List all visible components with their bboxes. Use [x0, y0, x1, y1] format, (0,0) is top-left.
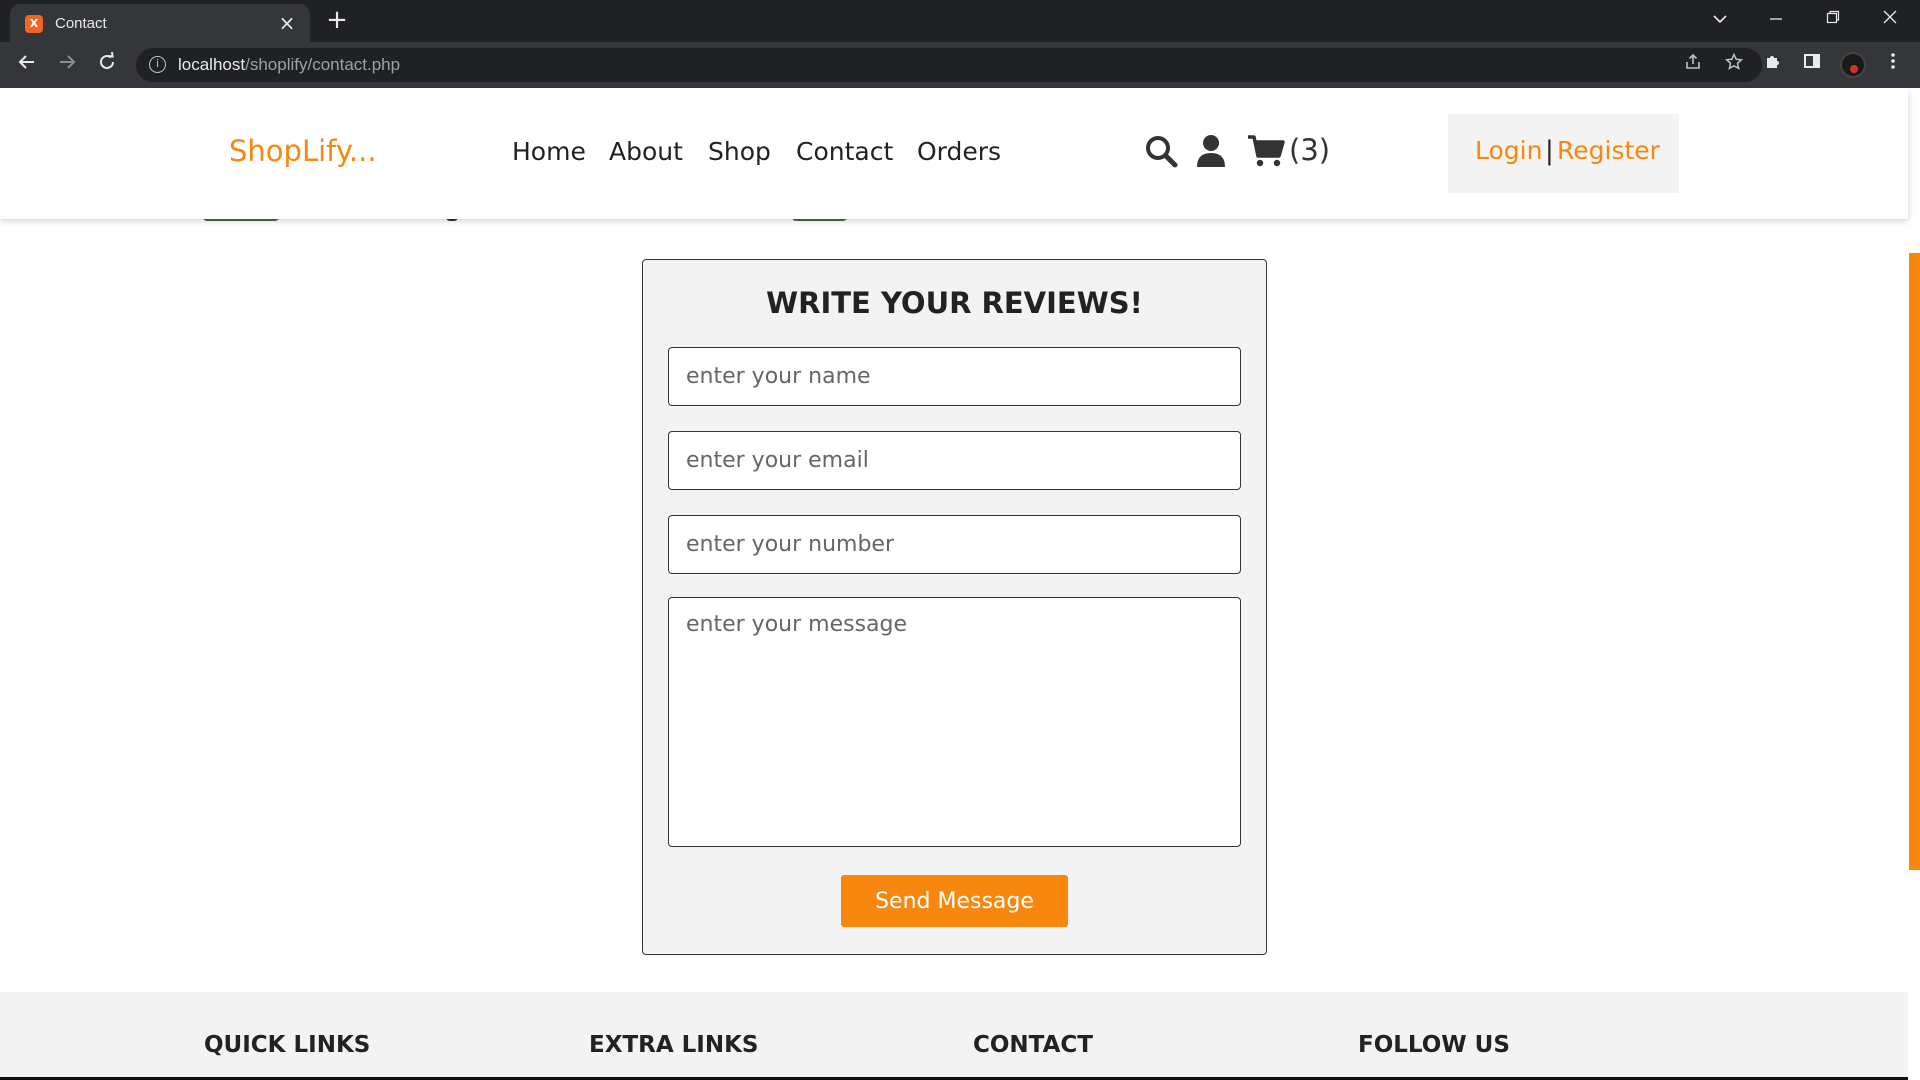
- url-host: localhost: [178, 55, 246, 74]
- footer-heading-quick-links: QUICK LINKS: [204, 1032, 371, 1058]
- email-input[interactable]: [668, 431, 1241, 490]
- site-header: ShopLify... Home About Shop Contact Orde…: [0, 88, 1908, 219]
- footer-heading-follow-us: FOLLOW US: [1358, 1032, 1510, 1058]
- share-icon[interactable]: [1681, 53, 1705, 77]
- tab-search-chevron-icon[interactable]: [1700, 4, 1740, 34]
- search-icon[interactable]: [1144, 134, 1180, 170]
- auth-box: Login | Register: [1448, 114, 1679, 193]
- site-logo[interactable]: ShopLify...: [229, 134, 377, 168]
- tab-title: Contact: [55, 15, 107, 32]
- cart-icon[interactable]: [1247, 134, 1287, 170]
- form-title: WRITE YOUR REVIEWS!: [766, 286, 1143, 320]
- register-link[interactable]: Register: [1557, 136, 1660, 165]
- review-form: WRITE YOUR REVIEWS! Send Message: [642, 259, 1267, 955]
- footer-heading-contact: CONTACT: [973, 1032, 1093, 1058]
- user-icon[interactable]: [1196, 134, 1232, 170]
- message-textarea[interactable]: [668, 597, 1241, 847]
- send-message-button[interactable]: Send Message: [841, 875, 1068, 927]
- browser-tab[interactable]: X Contact ×: [10, 4, 310, 42]
- address-bar[interactable]: i localhost/shoplify/contact.php: [136, 48, 1762, 82]
- bookmark-star-icon[interactable]: [1722, 52, 1746, 77]
- web-page: ShopLify... Home About Shop Contact Orde…: [0, 88, 1920, 1080]
- footer-heading-extra-links: EXTRA LINKS: [589, 1032, 759, 1058]
- nav-shop[interactable]: Shop: [708, 137, 771, 166]
- browser-tab-strip: X Contact × +: [0, 0, 1920, 42]
- name-input[interactable]: [668, 347, 1241, 406]
- restore-icon[interactable]: [1813, 4, 1853, 34]
- nav-orders[interactable]: Orders: [917, 137, 1001, 166]
- site-info-icon[interactable]: i: [149, 56, 166, 73]
- forward-arrow-icon[interactable]: [52, 50, 82, 80]
- url-path: /shoplify/contact.php: [245, 55, 401, 74]
- site-footer: QUICK LINKS EXTRA LINKS CONTACT FOLLOW U…: [0, 992, 1908, 1080]
- nav-contact[interactable]: Contact: [796, 137, 893, 166]
- tab-close-icon[interactable]: ×: [274, 10, 300, 36]
- new-tab-icon[interactable]: +: [322, 6, 352, 36]
- nav-about[interactable]: About: [609, 137, 683, 166]
- browser-menu-icon[interactable]: [1880, 52, 1906, 78]
- back-arrow-icon[interactable]: [12, 50, 42, 80]
- number-input[interactable]: [668, 515, 1241, 574]
- url-text[interactable]: localhost/shoplify/contact.php: [178, 55, 400, 75]
- auth-separator: |: [1545, 136, 1554, 166]
- login-link[interactable]: Login: [1475, 136, 1542, 165]
- scrollbar-thumb[interactable]: [1909, 253, 1920, 870]
- xampp-favicon-icon: X: [25, 15, 43, 33]
- side-panel-icon[interactable]: [1799, 52, 1825, 78]
- nav-home[interactable]: Home: [512, 137, 586, 166]
- reload-icon[interactable]: [92, 50, 122, 80]
- minimize-icon[interactable]: [1756, 4, 1796, 34]
- extensions-puzzle-icon[interactable]: [1760, 52, 1786, 78]
- close-window-icon[interactable]: [1870, 4, 1910, 34]
- browser-toolbar: i localhost/shoplify/contact.php: [0, 42, 1920, 88]
- cart-count[interactable]: (3): [1289, 133, 1330, 167]
- profile-avatar[interactable]: [1840, 52, 1866, 78]
